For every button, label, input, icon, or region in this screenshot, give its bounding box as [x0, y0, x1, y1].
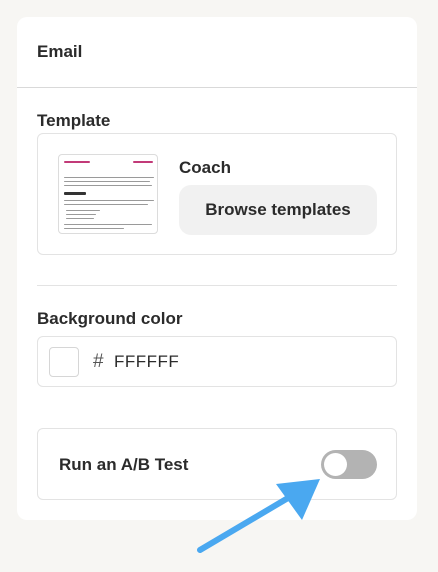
browse-templates-button[interactable]: Browse templates: [179, 185, 377, 235]
template-section-label: Template: [37, 111, 111, 130]
template-thumbnail[interactable]: [58, 154, 158, 234]
email-settings-panel: Email Template Coach Browse templates Ba…: [17, 17, 417, 520]
panel-title: Email: [37, 42, 83, 61]
template-card: Coach Browse templates: [37, 133, 397, 255]
background-color-field: #: [37, 336, 397, 387]
hash-symbol: #: [93, 351, 104, 372]
section-divider: [37, 285, 397, 286]
ab-test-toggle[interactable]: [321, 450, 377, 479]
ab-test-row: Run an A/B Test: [37, 428, 397, 500]
color-swatch[interactable]: [49, 347, 79, 377]
hex-color-input[interactable]: [114, 347, 314, 377]
toggle-knob: [324, 453, 347, 476]
panel-header: Email: [17, 17, 417, 88]
background-color-label: Background color: [37, 309, 183, 328]
template-name: Coach: [179, 158, 231, 177]
ab-test-label: Run an A/B Test: [59, 455, 189, 474]
